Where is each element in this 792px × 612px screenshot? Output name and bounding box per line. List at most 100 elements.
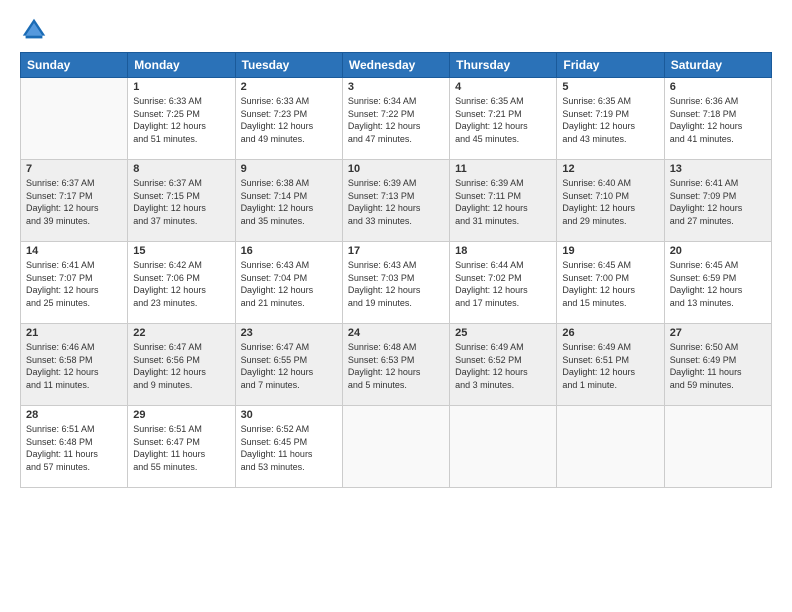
calendar-table: SundayMondayTuesdayWednesdayThursdayFrid… bbox=[20, 52, 772, 488]
day-number: 21 bbox=[26, 327, 122, 339]
header bbox=[20, 16, 772, 44]
calendar-cell: 20 Sunrise: 6:45 AM Sunset: 6:59 PM Dayli… bbox=[664, 242, 771, 324]
day-info: Sunrise: 6:45 AM Sunset: 6:59 PM Dayligh… bbox=[670, 259, 766, 309]
week-row-1: 7Sunrise: 6:37 AM Sunset: 7:17 PM Daylig… bbox=[21, 160, 772, 242]
day-info: Sunrise: 6:47 AM Sunset: 6:56 PM Dayligh… bbox=[133, 341, 229, 391]
logo bbox=[20, 16, 52, 44]
day-info: Sunrise: 6:48 AM Sunset: 6:53 PM Dayligh… bbox=[348, 341, 444, 391]
week-row-2: 14 Sunrise: 6:41 AM Sunset: 7:07 PM Dayli… bbox=[21, 242, 772, 324]
calendar-cell: 13 Sunrise: 6:41 AM Sunset: 7:09 PM Dayli… bbox=[664, 160, 771, 242]
calendar-header: SundayMondayTuesdayWednesdayThursdayFrid… bbox=[21, 53, 772, 78]
day-number: 30 bbox=[241, 409, 337, 421]
day-info: Sunrise: 6:33 AM Sunset: 7:25 PM Dayligh… bbox=[133, 95, 229, 145]
day-number: 14 bbox=[26, 245, 122, 257]
day-info: Sunrise: 6:50 AM Sunset: 6:49 PM Dayligh… bbox=[670, 341, 766, 391]
header-row: SundayMondayTuesdayWednesdayThursdayFrid… bbox=[21, 53, 772, 78]
day-number: 26 bbox=[562, 327, 658, 339]
calendar-cell bbox=[450, 406, 557, 488]
calendar-cell: 16 Sunrise: 6:43 AM Sunset: 7:04 PM Dayli… bbox=[235, 242, 342, 324]
day-number: 6 bbox=[670, 81, 766, 93]
day-info: Sunrise: 6:41 AM Sunset: 7:09 PM Dayligh… bbox=[670, 177, 766, 227]
day-info: Sunrise: 6:52 AM Sunset: 6:45 PM Dayligh… bbox=[241, 423, 337, 473]
week-row-0: 1 Sunrise: 6:33 AM Sunset: 7:25 PM Daylig… bbox=[21, 78, 772, 160]
calendar-cell: 1 Sunrise: 6:33 AM Sunset: 7:25 PM Daylig… bbox=[128, 78, 235, 160]
day-info: Sunrise: 6:36 AM Sunset: 7:18 PM Dayligh… bbox=[670, 95, 766, 145]
calendar-cell bbox=[342, 406, 449, 488]
calendar-cell: 18 Sunrise: 6:44 AM Sunset: 7:02 PM Dayli… bbox=[450, 242, 557, 324]
day-number: 17 bbox=[348, 245, 444, 257]
day-number: 2 bbox=[241, 81, 337, 93]
day-info: Sunrise: 6:39 AM Sunset: 7:13 PM Dayligh… bbox=[348, 177, 444, 227]
calendar-body: 1 Sunrise: 6:33 AM Sunset: 7:25 PM Daylig… bbox=[21, 78, 772, 488]
day-number: 3 bbox=[348, 81, 444, 93]
day-number: 18 bbox=[455, 245, 551, 257]
day-number: 4 bbox=[455, 81, 551, 93]
day-number: 22 bbox=[133, 327, 229, 339]
week-row-3: 21Sunrise: 6:46 AM Sunset: 6:58 PM Dayli… bbox=[21, 324, 772, 406]
calendar-cell: 3Sunrise: 6:34 AM Sunset: 7:22 PM Daylig… bbox=[342, 78, 449, 160]
calendar-cell: 12 Sunrise: 6:40 AM Sunset: 7:10 PM Dayli… bbox=[557, 160, 664, 242]
day-info: Sunrise: 6:37 AM Sunset: 7:15 PM Dayligh… bbox=[133, 177, 229, 227]
day-info: Sunrise: 6:49 AM Sunset: 6:52 PM Dayligh… bbox=[455, 341, 551, 391]
day-header-wednesday: Wednesday bbox=[342, 53, 449, 78]
day-info: Sunrise: 6:38 AM Sunset: 7:14 PM Dayligh… bbox=[241, 177, 337, 227]
day-number: 23 bbox=[241, 327, 337, 339]
calendar-cell: 28 Sunrise: 6:51 AM Sunset: 6:48 PM Dayli… bbox=[21, 406, 128, 488]
day-info: Sunrise: 6:43 AM Sunset: 7:03 PM Dayligh… bbox=[348, 259, 444, 309]
day-info: Sunrise: 6:35 AM Sunset: 7:21 PM Dayligh… bbox=[455, 95, 551, 145]
day-header-monday: Monday bbox=[128, 53, 235, 78]
day-number: 20 bbox=[670, 245, 766, 257]
day-info: Sunrise: 6:40 AM Sunset: 7:10 PM Dayligh… bbox=[562, 177, 658, 227]
day-number: 25 bbox=[455, 327, 551, 339]
calendar-cell: 4 Sunrise: 6:35 AM Sunset: 7:21 PM Daylig… bbox=[450, 78, 557, 160]
calendar-cell: 17 Sunrise: 6:43 AM Sunset: 7:03 PM Dayli… bbox=[342, 242, 449, 324]
week-row-4: 28 Sunrise: 6:51 AM Sunset: 6:48 PM Dayli… bbox=[21, 406, 772, 488]
calendar-cell: 9 Sunrise: 6:38 AM Sunset: 7:14 PM Daylig… bbox=[235, 160, 342, 242]
day-number: 12 bbox=[562, 163, 658, 175]
day-number: 9 bbox=[241, 163, 337, 175]
calendar-cell: 5 Sunrise: 6:35 AM Sunset: 7:19 PM Daylig… bbox=[557, 78, 664, 160]
day-info: Sunrise: 6:47 AM Sunset: 6:55 PM Dayligh… bbox=[241, 341, 337, 391]
calendar-cell: 19 Sunrise: 6:45 AM Sunset: 7:00 PM Dayli… bbox=[557, 242, 664, 324]
day-info: Sunrise: 6:33 AM Sunset: 7:23 PM Dayligh… bbox=[241, 95, 337, 145]
calendar-cell: 21Sunrise: 6:46 AM Sunset: 6:58 PM Dayli… bbox=[21, 324, 128, 406]
calendar-cell: 2 Sunrise: 6:33 AM Sunset: 7:23 PM Daylig… bbox=[235, 78, 342, 160]
day-info: Sunrise: 6:41 AM Sunset: 7:07 PM Dayligh… bbox=[26, 259, 122, 309]
day-header-friday: Friday bbox=[557, 53, 664, 78]
calendar-cell: 7Sunrise: 6:37 AM Sunset: 7:17 PM Daylig… bbox=[21, 160, 128, 242]
day-info: Sunrise: 6:43 AM Sunset: 7:04 PM Dayligh… bbox=[241, 259, 337, 309]
calendar-cell bbox=[664, 406, 771, 488]
day-number: 10 bbox=[348, 163, 444, 175]
day-info: Sunrise: 6:51 AM Sunset: 6:48 PM Dayligh… bbox=[26, 423, 122, 473]
day-info: Sunrise: 6:39 AM Sunset: 7:11 PM Dayligh… bbox=[455, 177, 551, 227]
day-info: Sunrise: 6:44 AM Sunset: 7:02 PM Dayligh… bbox=[455, 259, 551, 309]
day-number: 1 bbox=[133, 81, 229, 93]
day-number: 5 bbox=[562, 81, 658, 93]
day-info: Sunrise: 6:35 AM Sunset: 7:19 PM Dayligh… bbox=[562, 95, 658, 145]
day-number: 8 bbox=[133, 163, 229, 175]
calendar-cell: 25 Sunrise: 6:49 AM Sunset: 6:52 PM Dayli… bbox=[450, 324, 557, 406]
day-info: Sunrise: 6:37 AM Sunset: 7:17 PM Dayligh… bbox=[26, 177, 122, 227]
day-number: 16 bbox=[241, 245, 337, 257]
day-info: Sunrise: 6:49 AM Sunset: 6:51 PM Dayligh… bbox=[562, 341, 658, 391]
day-number: 24 bbox=[348, 327, 444, 339]
calendar-cell bbox=[557, 406, 664, 488]
day-info: Sunrise: 6:45 AM Sunset: 7:00 PM Dayligh… bbox=[562, 259, 658, 309]
calendar-cell: 10 Sunrise: 6:39 AM Sunset: 7:13 PM Dayli… bbox=[342, 160, 449, 242]
day-info: Sunrise: 6:42 AM Sunset: 7:06 PM Dayligh… bbox=[133, 259, 229, 309]
day-number: 19 bbox=[562, 245, 658, 257]
calendar-cell: 11Sunrise: 6:39 AM Sunset: 7:11 PM Dayli… bbox=[450, 160, 557, 242]
calendar-cell: 8 Sunrise: 6:37 AM Sunset: 7:15 PM Daylig… bbox=[128, 160, 235, 242]
calendar-cell: 24 Sunrise: 6:48 AM Sunset: 6:53 PM Dayli… bbox=[342, 324, 449, 406]
calendar-cell: 26 Sunrise: 6:49 AM Sunset: 6:51 PM Dayli… bbox=[557, 324, 664, 406]
day-number: 13 bbox=[670, 163, 766, 175]
day-header-thursday: Thursday bbox=[450, 53, 557, 78]
page: SundayMondayTuesdayWednesdayThursdayFrid… bbox=[0, 0, 792, 612]
day-info: Sunrise: 6:51 AM Sunset: 6:47 PM Dayligh… bbox=[133, 423, 229, 473]
day-header-saturday: Saturday bbox=[664, 53, 771, 78]
day-number: 28 bbox=[26, 409, 122, 421]
calendar-cell: 29 Sunrise: 6:51 AM Sunset: 6:47 PM Dayli… bbox=[128, 406, 235, 488]
calendar-cell bbox=[21, 78, 128, 160]
day-number: 29 bbox=[133, 409, 229, 421]
logo-icon bbox=[20, 16, 48, 44]
